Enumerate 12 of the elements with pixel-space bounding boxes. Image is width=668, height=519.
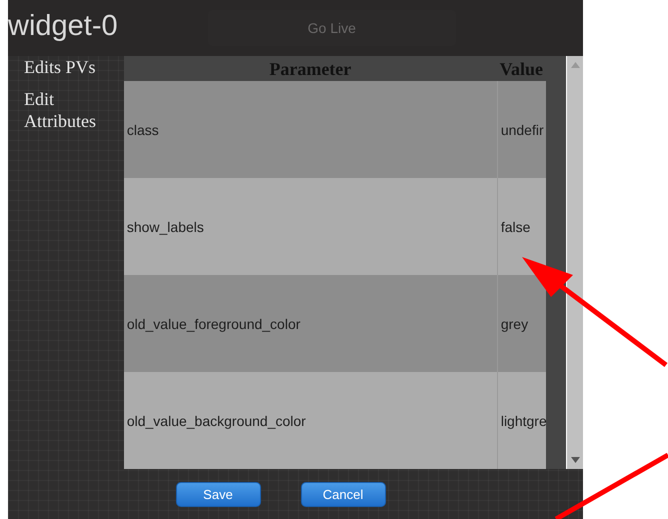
dialog-title: widget-0 [8,10,118,42]
save-button[interactable]: Save [176,482,260,506]
cancel-button[interactable]: Cancel [300,482,386,506]
sidebar-item[interactable]: Edit Attributes [24,88,124,132]
table-cell-text: old_value_background_color [126,412,307,431]
scroll-down-icon[interactable] [570,457,580,463]
table-cell: lightgre [496,372,546,469]
scrollbar[interactable] [566,56,583,469]
sidebar-item[interactable]: Edits PVs [24,56,124,78]
table-cell-text: class [126,120,160,140]
table-cell-text: show_labels [126,218,205,237]
table-cell-text: old_value_foreground_color [126,314,302,334]
